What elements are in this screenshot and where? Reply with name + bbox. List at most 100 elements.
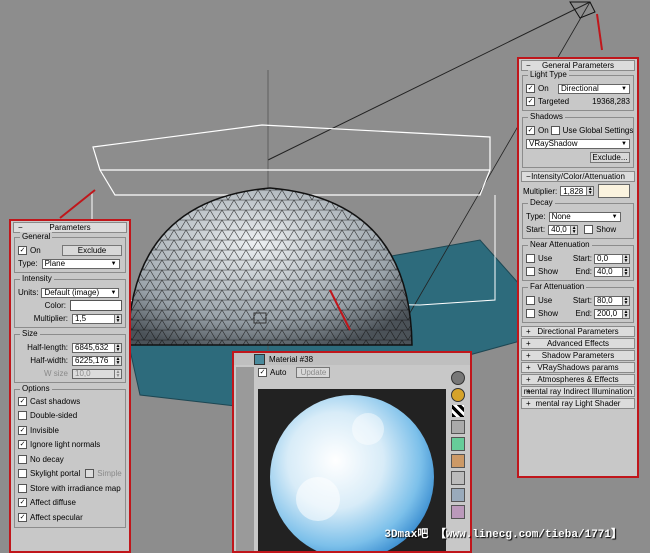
spinner-arrows-icon[interactable]: ▲ ▼ — [622, 267, 629, 276]
options-icon[interactable] — [451, 471, 465, 485]
near-attenuation-group: Near Attenuation Use Start: 0,0 ▲ ▼ Show … — [522, 240, 634, 281]
collapse-icon: − — [18, 223, 23, 232]
half-length-spinner[interactable]: 6845,632 ▲ ▼ — [72, 342, 122, 353]
affect-specular-checkbox[interactable]: ✓ — [18, 512, 27, 522]
skylight-portal-checkbox[interactable] — [18, 469, 27, 479]
rollout-mental-ray-light-shader[interactable]: + mental ray Light Shader — [521, 398, 635, 409]
expand-icon: + — [526, 351, 531, 360]
store-irradiance-checkbox[interactable] — [18, 483, 27, 493]
rollout-vrayshadows-params[interactable]: + VRayShadows params — [521, 362, 635, 373]
affect-diffuse-checkbox[interactable]: ✓ — [18, 498, 27, 508]
material-toolbar — [449, 371, 467, 551]
on-checkbox[interactable]: ✓ — [18, 246, 27, 255]
light-color-swatch[interactable] — [598, 184, 631, 198]
units-value: Default (image) — [44, 288, 100, 297]
group-title: Near Attenuation — [528, 240, 592, 249]
spinner-arrows-icon[interactable]: ▲ ▼ — [114, 356, 121, 365]
multiplier-value: 1,5 — [75, 314, 87, 323]
expand-icon: + — [526, 327, 531, 336]
on-label: On — [30, 246, 41, 255]
far-show-checkbox[interactable] — [526, 309, 535, 318]
expand-icon: + — [526, 399, 531, 408]
background-icon[interactable] — [452, 405, 464, 417]
option-label: Store with irradiance map — [30, 483, 121, 493]
far-start-spinner[interactable]: 80,0 ▲ ▼ — [594, 295, 630, 306]
units-dropdown[interactable]: Default (image) ▼ — [41, 287, 120, 298]
rollout-directional-parameters[interactable]: + Directional Parameters — [521, 326, 635, 337]
auto-checkbox[interactable]: ✓ — [258, 367, 267, 377]
decay-type-value: None — [551, 212, 571, 221]
shadows-on-checkbox[interactable]: ✓ — [526, 126, 535, 135]
light-on-checkbox[interactable]: ✓ — [526, 84, 535, 93]
wsize-spinner: 10,0 ▲ ▼ — [72, 368, 122, 379]
light-type-dropdown[interactable]: Directional ▼ — [558, 83, 630, 94]
far-end-spinner[interactable]: 200,0 ▲ ▼ — [594, 308, 630, 319]
exclude-button[interactable]: Exclude — [62, 245, 122, 256]
watermark: 3Dmax吧 【www.linecg.com/tieba/1771】 — [384, 529, 622, 541]
shadows-group: Shadows ✓ On Use Global Settings VRaySha… — [522, 112, 634, 168]
material-title-bar[interactable]: Material #38 — [234, 353, 470, 365]
targeted-checkbox[interactable]: ✓ — [526, 97, 535, 106]
decay-start-value: 40,0 — [551, 225, 567, 234]
ignore-light-normals-checkbox[interactable]: ✓ — [18, 440, 27, 450]
option-label: Ignore light normals — [30, 440, 101, 450]
rollout-shadow-parameters[interactable]: + Shadow Parameters — [521, 350, 635, 361]
group-title: Far Attenuation — [528, 282, 587, 291]
near-start-label: Start: — [572, 254, 592, 263]
far-use-checkbox[interactable] — [526, 296, 535, 305]
cast-shadows-checkbox[interactable]: ✓ — [18, 396, 27, 406]
color-swatch[interactable] — [70, 300, 122, 311]
expand-icon: + — [526, 375, 531, 384]
decay-start-spinner[interactable]: 40,0 ▲ ▼ — [548, 224, 579, 235]
multiplier-spinner[interactable]: 1,828 ▲ ▼ — [560, 186, 595, 196]
wsize-value: 10,0 — [75, 369, 91, 378]
global-settings-label: Use Global Settings — [562, 126, 634, 135]
shadow-type-dropdown[interactable]: VRayShadow ▼ — [526, 138, 630, 149]
rollout-atmospheres-effects[interactable]: + Atmospheres & Effects — [521, 374, 635, 385]
light-type-dropdown[interactable]: Plane ▼ — [41, 258, 120, 269]
spinner-arrows-icon[interactable]: ▲ ▼ — [114, 314, 121, 323]
decay-show-checkbox[interactable] — [584, 225, 594, 234]
rollout-advanced-effects[interactable]: + Advanced Effects — [521, 338, 635, 349]
spinner-arrows-icon[interactable]: ▲ ▼ — [570, 225, 578, 234]
sample-type-icon[interactable] — [451, 371, 465, 385]
make-preview-icon[interactable] — [451, 454, 465, 468]
invisible-checkbox[interactable]: ✓ — [18, 425, 27, 435]
half-width-spinner[interactable]: 6225,176 ▲ ▼ — [72, 355, 122, 366]
backlight-icon[interactable] — [451, 388, 465, 402]
rollout-title: Advanced Effects — [546, 339, 610, 348]
rollout-title: Intensity/Color/Attenuation — [531, 172, 625, 181]
use-global-settings-checkbox[interactable] — [550, 126, 560, 135]
material-navigator-icon[interactable] — [451, 505, 465, 519]
group-title: Light Type — [528, 70, 569, 79]
light-gizmo — [92, 124, 491, 171]
rollout-title: Directional Parameters — [537, 327, 619, 336]
dropdown-arrow-icon: ▼ — [621, 140, 627, 147]
decay-start-label: Start: — [526, 225, 546, 234]
rollout-mental-ray-indirect[interactable]: + mental ray Indirect Illumination — [521, 386, 635, 397]
near-show-checkbox[interactable] — [526, 267, 535, 276]
on-label: On — [538, 84, 549, 93]
shadow-exclude-button[interactable]: Exclude... — [590, 152, 630, 163]
double-sided-checkbox[interactable] — [18, 411, 27, 421]
near-end-spinner[interactable]: 40,0 ▲ ▼ — [594, 266, 630, 277]
rollout-title: mental ray Light Shader — [535, 399, 621, 408]
video-color-check-icon[interactable] — [451, 437, 465, 451]
spinner-arrows-icon[interactable]: ▲ ▼ — [622, 296, 629, 305]
near-use-checkbox[interactable] — [526, 254, 535, 263]
no-decay-checkbox[interactable] — [18, 454, 27, 464]
near-start-spinner[interactable]: 0,0 ▲ ▼ — [594, 253, 630, 264]
spinner-arrows-icon[interactable]: ▲ ▼ — [114, 343, 121, 352]
intensity-rollout-header[interactable]: − Intensity/Color/Attenuation — [521, 171, 635, 182]
expand-icon: + — [526, 339, 531, 348]
spinner-arrows-icon[interactable]: ▲ ▼ — [586, 187, 594, 196]
select-by-material-icon[interactable] — [451, 488, 465, 502]
uv-tiling-icon[interactable] — [451, 420, 465, 434]
spinner-arrows-icon[interactable]: ▲ ▼ — [622, 254, 629, 263]
multiplier-spinner[interactable]: 1,5 ▲ ▼ — [72, 313, 122, 324]
spinner-arrows-icon[interactable]: ▲ ▼ — [622, 309, 629, 318]
option-label: Double-sided — [30, 411, 78, 421]
simple-checkbox — [85, 469, 95, 479]
options-group: Options ✓ Cast shadows Double-sided ✓ Invi… — [14, 384, 126, 528]
decay-type-dropdown[interactable]: None ▼ — [548, 211, 621, 222]
